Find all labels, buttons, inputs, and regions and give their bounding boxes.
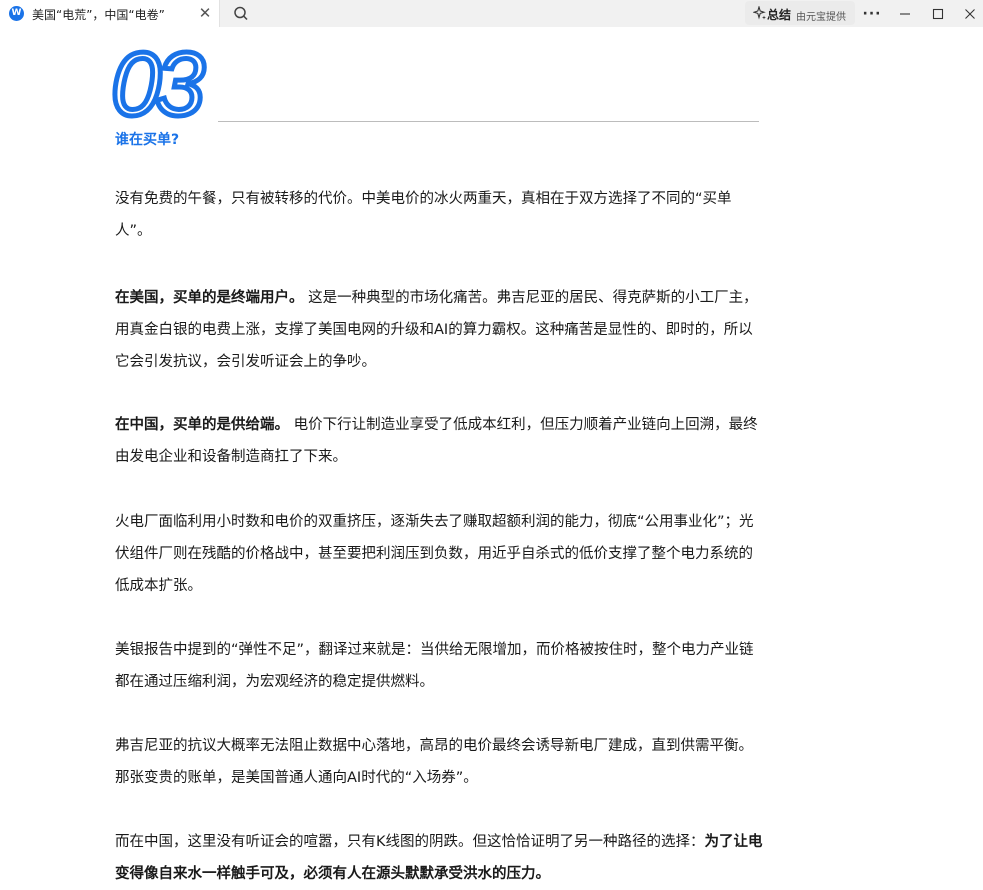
paragraph-2-lead: 在美国，买单的是终端用户。 — [115, 290, 304, 306]
more-options-button[interactable]: ··· — [855, 0, 889, 27]
paragraph-7-body: 而在中国，这里没有听证会的喧嚣，只有K线图的阴跌。但这恰恰证明了另一种路径的选择… — [115, 834, 705, 850]
window-close-button[interactable] — [953, 0, 983, 27]
more-icon: ··· — [862, 5, 882, 22]
paragraph-2: 在美国，买单的是终端用户。 这是一种典型的市场化痛苦。弗吉尼亚的居民、得克萨斯的… — [115, 282, 763, 378]
search-button[interactable] — [228, 2, 254, 25]
section-title: 谁在买单? — [115, 132, 180, 148]
minimize-button[interactable] — [888, 0, 922, 27]
summary-button[interactable]: 总结 由元宝提供 — [745, 1, 855, 25]
maximize-icon — [932, 8, 944, 19]
paragraph-1: 没有免费的午餐，只有被转移的代价。中美电价的冰火两重天，真相在于双方选择了不同的… — [115, 191, 732, 239]
sparkle-icon — [753, 6, 766, 20]
paragraph-3: 在中国，买单的是供给端。 电价下行让制造业享受了低成本红利，但压力顺着产业链向上… — [115, 409, 763, 473]
browser-tab[interactable]: W 美国“电荒”，中国“电卷” ✕ — [0, 0, 220, 27]
svg-text:03: 03 — [111, 43, 205, 127]
maximize-button[interactable] — [921, 0, 955, 27]
paragraph-3-lead: 在中国，买单的是供给端。 — [115, 417, 289, 433]
paragraph-6: 弗吉尼亚的抗议大概率无法阻止数据中心落地，高昂的电价最终会诱导新电厂建成，直到供… — [115, 738, 753, 786]
site-favicon-icon: W — [9, 6, 24, 21]
paragraph-5: 美银报告中提到的“弹性不足”，翻译过来就是：当供给无限增加，而价格被按住时，整个… — [115, 642, 754, 690]
title-bar: W 美国“电荒”，中国“电卷” ✕ 总结 由元宝提供 ··· — [0, 0, 983, 27]
article-content: 03 谁在买单? 没有免费的午餐，只有被转移的代价。中美电价的冰火两重天，真相在… — [0, 27, 983, 884]
search-icon — [234, 6, 248, 21]
summary-provider-label: 由元宝提供 — [796, 12, 846, 23]
section-divider — [218, 121, 759, 122]
minimize-icon — [900, 12, 910, 15]
paragraph-4: 火电厂面临利用小时数和电价的双重挤压，逐渐失去了赚取超额利润的能力，彻底“公用事… — [115, 514, 754, 594]
tab-close-icon[interactable]: ✕ — [197, 4, 213, 22]
tab-title: 美国“电荒”，中国“电卷” — [32, 8, 165, 22]
section-number: 03 — [111, 43, 214, 127]
close-icon — [965, 8, 975, 19]
summary-label: 总结 — [767, 8, 792, 22]
paragraph-7: 而在中国，这里没有听证会的喧嚣，只有K线图的阴跌。但这恰恰证明了另一种路径的选择… — [115, 826, 763, 890]
